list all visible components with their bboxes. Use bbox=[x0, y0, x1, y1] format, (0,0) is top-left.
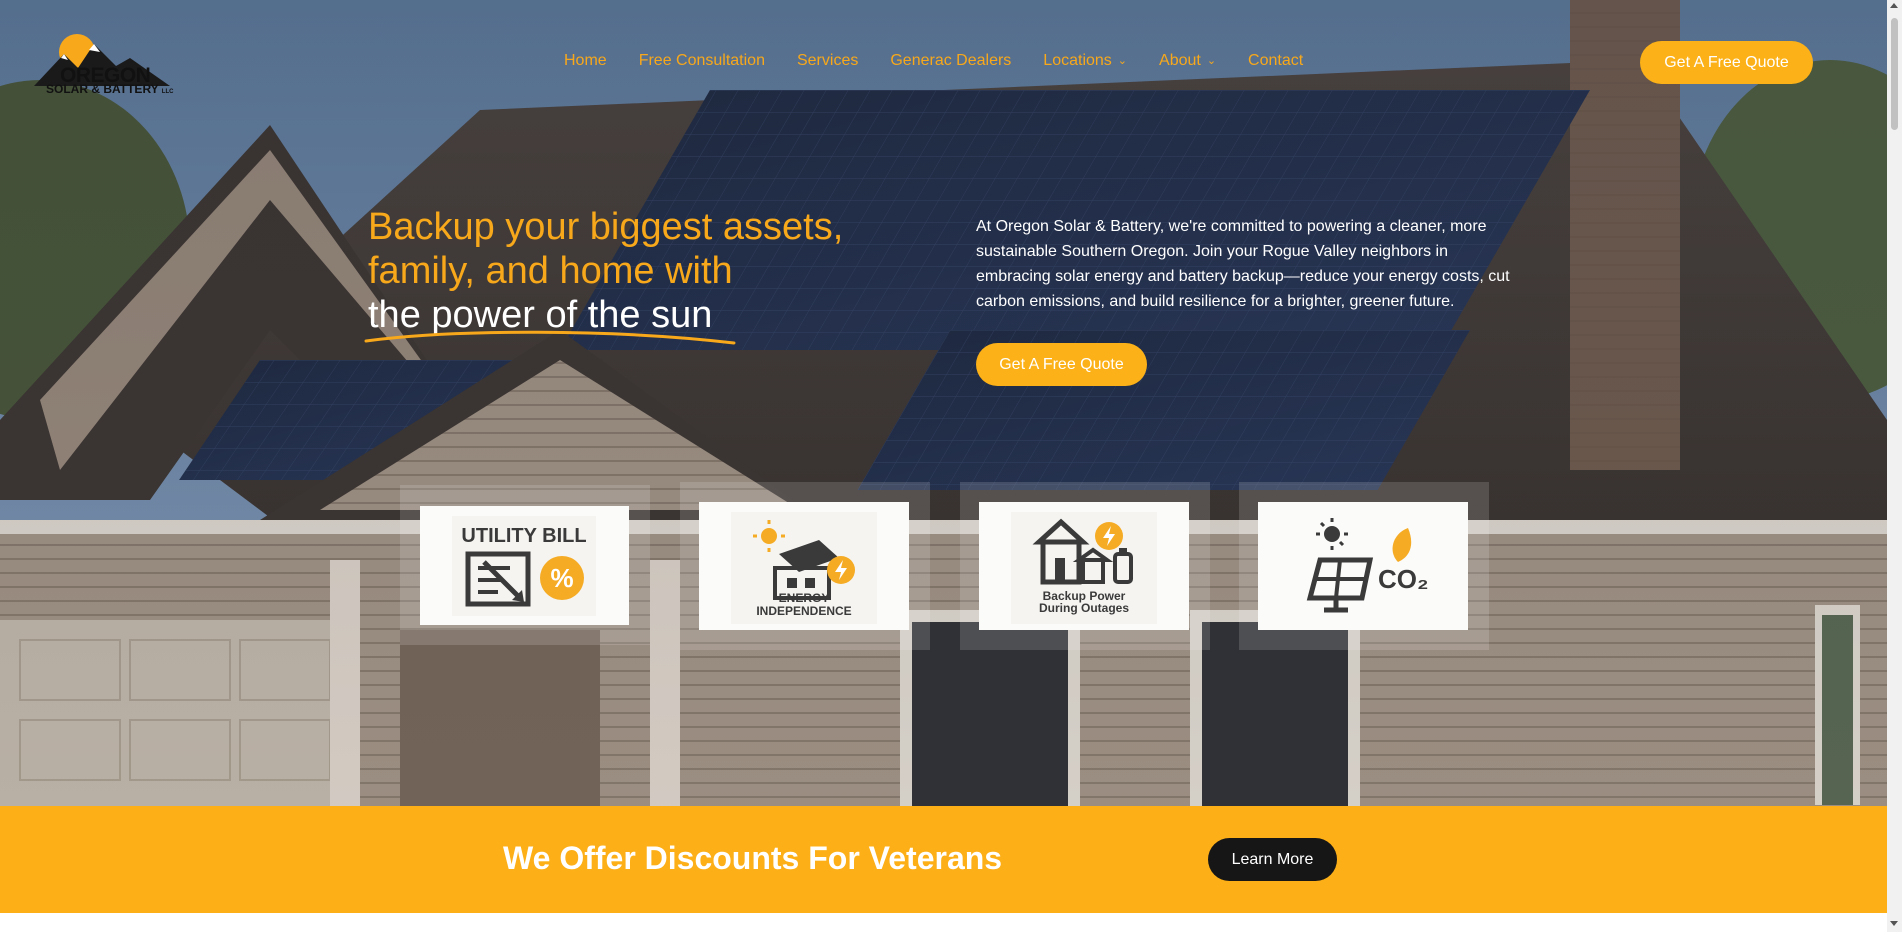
hero-house-background-image bbox=[0, 0, 1887, 806]
veteran-discount-banner: We Offer Discounts For Veterans Learn Mo… bbox=[0, 806, 1887, 913]
nav-free-consultation[interactable]: Free Consultation bbox=[639, 52, 765, 70]
utility-bill-percent-icon: UTILITY BILL % bbox=[452, 516, 596, 616]
hero-intro-paragraph: At Oregon Solar & Battery, we're committ… bbox=[976, 218, 1510, 310]
nav-generac-dealers[interactable]: Generac Dealers bbox=[890, 52, 1011, 70]
house-solar-panel-icon: ENERGY INDEPENDENCE bbox=[731, 512, 877, 624]
svg-text:%: % bbox=[550, 563, 573, 593]
nav-contact[interactable]: Contact bbox=[1248, 52, 1303, 70]
nav-services[interactable]: Services bbox=[797, 52, 858, 70]
chevron-down-icon: ⌄ bbox=[1206, 54, 1217, 67]
headline-line-2: family, and home with bbox=[368, 250, 733, 292]
house-battery-icon: Backup Power During Outages bbox=[1011, 512, 1157, 624]
scroll-up-arrow-icon[interactable] bbox=[1890, 3, 1898, 8]
page-scrollbar[interactable] bbox=[1887, 0, 1902, 932]
veteran-discount-heading: We Offer Discounts For Veterans bbox=[503, 840, 1003, 876]
solar-panel-co2-leaf-icon: CO₂ bbox=[1306, 518, 1429, 613]
nav-about[interactable]: About ⌄ bbox=[1159, 52, 1216, 70]
feature-card-backup-power: Backup Power During Outages bbox=[979, 502, 1189, 630]
svg-text:CO₂: CO₂ bbox=[1378, 564, 1429, 594]
scrollbar-thumb[interactable] bbox=[1891, 18, 1898, 130]
svg-text:ENERGY: ENERGY bbox=[779, 591, 830, 605]
feature-card-energy-independence: ENERGY INDEPENDENCE bbox=[699, 502, 909, 630]
hero-section: OREGON SOLAR & BATTERY LLC Home Free Con… bbox=[0, 0, 1887, 806]
main-navigation: Home Free Consultation Services Generac … bbox=[564, 52, 1335, 70]
feature-card-utility-bill: UTILITY BILL % bbox=[420, 506, 629, 625]
svg-text:INDEPENDENCE: INDEPENDENCE bbox=[756, 604, 851, 618]
chevron-down-icon: ⌄ bbox=[1117, 54, 1128, 67]
svg-text:During Outages: During Outages bbox=[1039, 601, 1129, 615]
feature-card-co2: CO₂ bbox=[1258, 502, 1468, 630]
nav-locations[interactable]: Locations ⌄ bbox=[1043, 52, 1127, 70]
site-logo[interactable]: OREGON SOLAR & BATTERY LLC bbox=[34, 30, 174, 102]
headline-line-3: the power of the sun bbox=[364, 293, 843, 345]
hero-get-quote-button[interactable]: Get A Free Quote bbox=[976, 343, 1147, 386]
scroll-down-arrow-icon[interactable] bbox=[1890, 921, 1898, 926]
learn-more-button[interactable]: Learn More bbox=[1208, 838, 1337, 881]
logo-subtitle: SOLAR & BATTERY LLC bbox=[46, 82, 174, 96]
hero-headline: Backup your biggest assets, family, and … bbox=[364, 205, 844, 345]
nav-home[interactable]: Home bbox=[564, 52, 607, 70]
headline-underline-swash bbox=[364, 330, 736, 345]
header-get-quote-button[interactable]: Get A Free Quote bbox=[1640, 41, 1813, 84]
headline-line-1: Backup your biggest assets, bbox=[368, 206, 844, 248]
svg-text:UTILITY BILL: UTILITY BILL bbox=[461, 525, 586, 547]
